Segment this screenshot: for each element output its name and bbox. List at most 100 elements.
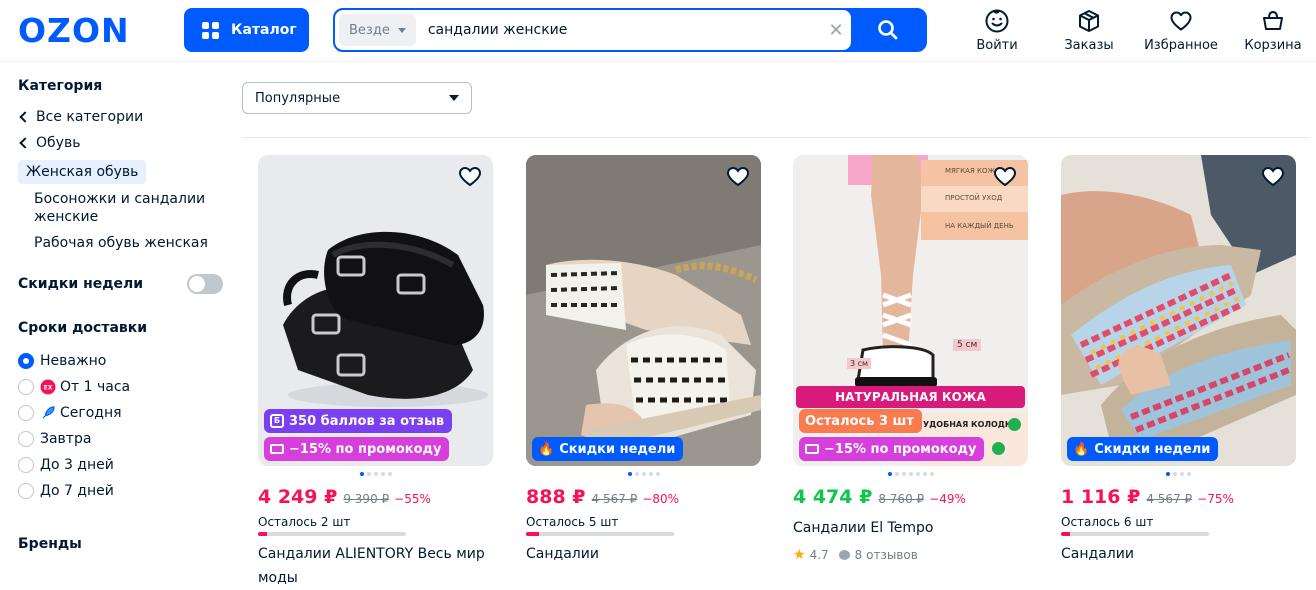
old-price: 9 390 ₽ [343,492,390,506]
nav-orders[interactable]: Заказы [1049,8,1129,53]
nav-cart-label: Корзина [1244,38,1302,53]
product-card[interactable]: МЯГКАЯ КОЖА ПРОСТОЙ УХОД НА КАЖДЫЙ ДЕНЬ … [793,155,1028,563]
points-badge: Б 350 баллов за отзыв [264,409,453,433]
points-badge-label: 350 баллов за отзыв [289,413,445,429]
link-all-categories[interactable]: Все категории [18,104,228,130]
product-name[interactable]: Сандалии ALIENTORY Весь мир моды [258,542,493,590]
promo-badge: −15% по промокоду [264,437,450,461]
product-name[interactable]: Сандалии [1061,542,1296,566]
ticket-icon [270,444,284,454]
radio[interactable] [18,405,34,421]
image-pager[interactable] [258,472,493,477]
product-name[interactable]: Сандалии [526,542,761,566]
product-card[interactable]: Б 350 баллов за отзыв −15% по промокоду 4… [258,155,493,590]
discount: −80% [642,492,680,506]
active-category[interactable]: Женская обувь [18,160,147,184]
delivery-option-tomorrow[interactable]: Завтра [18,426,228,452]
price-row: 4 474 ₽ 8 760 ₽ −49% [793,486,1028,508]
nav-favorites[interactable]: Избранное [1141,8,1221,53]
image-pager[interactable] [1061,472,1296,477]
product-image[interactable]: 🔥 Скидки недели [526,155,761,466]
catalog-button[interactable]: Каталог [184,8,309,52]
old-price: 8 760 ₽ [878,492,925,506]
subcategory-sandals[interactable]: Босоножки и сандалии женские [18,190,208,226]
subcategory-work-shoes[interactable]: Рабочая обувь женская [18,234,228,252]
delivery-option-any[interactable]: Неважно [18,348,228,374]
weekly-discount-badge-label: Скидки недели [559,441,676,457]
divider [242,137,1310,138]
favorite-heart-icon[interactable] [1260,164,1286,188]
stock-left: Осталось 5 шт [526,515,619,529]
promo-badge-label: −15% по промокоду [824,441,977,457]
delivery-option-label: Сегодня [60,405,122,421]
link-shoes-label: Обувь [36,135,81,151]
nav-login[interactable]: Войти [957,8,1037,53]
favorite-heart-icon[interactable] [457,164,483,188]
image-text: 3 см [847,358,872,369]
stock-left: Осталось 6 шт [1061,515,1154,529]
search-button[interactable] [851,10,925,50]
delivery-option-1h[interactable]: EX От 1 часа [18,374,228,400]
svg-text:EX: EX [44,385,53,392]
weekly-discounts-toggle[interactable] [187,274,223,294]
points-icon: Б [270,414,284,428]
product-image[interactable]: 🔥 Скидки недели [1061,155,1296,466]
weekly-discount-badge: 🔥 Скидки недели [532,437,684,461]
delivery-option-today[interactable]: Сегодня [18,400,228,426]
old-price: 4 567 ₽ [591,492,638,506]
check-icon [992,442,1005,455]
image-banner-natural-leather: НАТУРАЛЬНАЯ КОЖА [796,386,1025,408]
favorite-heart-icon[interactable] [725,164,751,188]
delivery-option-label: Неважно [40,353,107,369]
clear-icon[interactable]: ✕ [821,20,851,41]
product-image[interactable]: Б 350 баллов за отзыв −15% по промокоду [258,155,493,466]
radio[interactable] [18,431,34,447]
rating-row[interactable]: ★ 4.7 8 отзывов [793,547,1028,563]
product-image[interactable]: МЯГКАЯ КОЖА ПРОСТОЙ УХОД НА КАЖДЫЙ ДЕНЬ … [793,155,1028,466]
category-title: Категория [18,78,103,94]
product-card[interactable]: 🔥 Скидки недели 888 ₽ 4 567 ₽ −80% Остало… [526,155,761,566]
favorite-heart-icon[interactable] [992,164,1018,188]
smile-icon [985,9,1009,33]
delivery-option-label: От 1 часа [60,379,131,395]
stock-left-badge: Осталось 3 шт [799,409,922,433]
delivery-option-3days[interactable]: До 3 дней [18,452,228,478]
product-name[interactable]: Сандалии El Tempo [793,516,1028,540]
image-text: НА КАЖДЫЙ ДЕНЬ [945,222,1014,230]
express-icon: EX [40,379,56,395]
weekly-discount-badge: 🔥 Скидки недели [1067,437,1219,461]
catalog-label: Каталог [231,22,297,38]
image-pager[interactable] [526,472,761,477]
radio[interactable] [18,379,34,395]
stock-bar-fill [258,532,267,536]
stock-bar-fill [1061,532,1070,536]
radio-selected[interactable] [18,353,34,369]
search-scope-label: Везде [349,22,390,38]
delivery-option-7days[interactable]: До 7 дней [18,478,228,504]
radio[interactable] [18,483,34,499]
radio[interactable] [18,457,34,473]
weekly-discounts-label: Скидки недели [18,276,144,292]
nav-cart[interactable]: Корзина [1233,8,1313,53]
chevron-left-icon [19,137,31,149]
fire-icon: 🔥 [1073,441,1090,457]
link-shoes[interactable]: Обувь [18,130,228,156]
caret-down-icon [449,95,459,101]
link-all-categories-label: Все категории [36,109,144,125]
search-bar: Везде ✕ [333,8,927,52]
sort-selected-label: Популярные [255,90,341,106]
product-card[interactable]: 🔥 Скидки недели 1 116 ₽ 4 567 ₽ −75% Оста… [1061,155,1296,566]
header: OZON Каталог Везде ✕ Войти Заказы Избран… [0,0,1316,62]
sort-select[interactable]: Популярные [242,82,472,114]
ozon-logo[interactable]: OZON [18,11,130,50]
heart-icon [1170,11,1192,31]
search-input[interactable] [415,10,821,50]
rocket-icon [40,405,56,421]
nav-login-label: Войти [976,38,1018,53]
rating-value: 4.7 [809,548,829,562]
sandal-colorful-slide-image [1061,155,1296,466]
search-icon [878,20,898,40]
search-scope-select[interactable]: Везде [339,14,416,46]
image-pager[interactable] [793,472,1028,477]
stock-left-badge-label: Осталось 3 шт [805,413,914,429]
